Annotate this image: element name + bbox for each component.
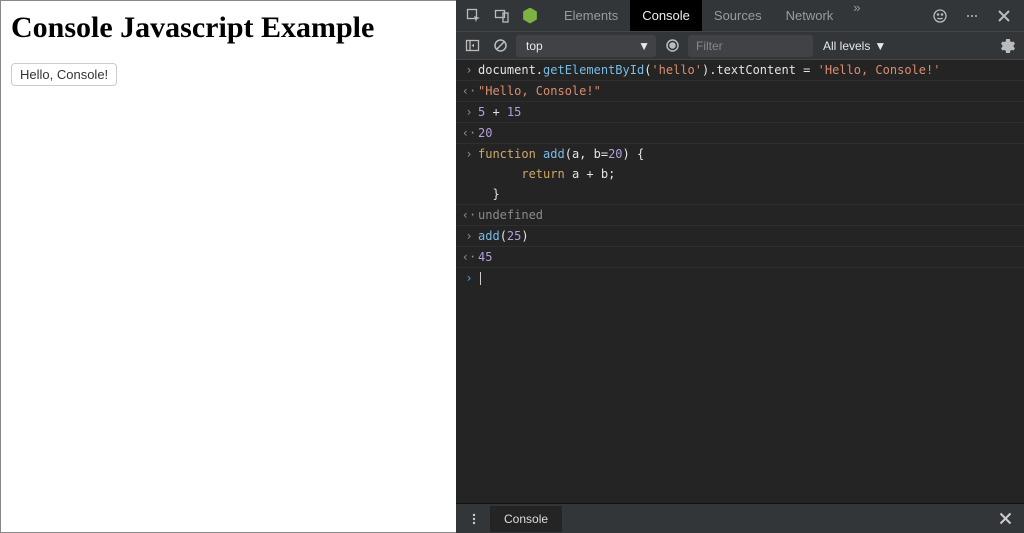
tab-network[interactable]: Network <box>774 0 846 31</box>
console-body[interactable]: › document.getElementById('hello').textC… <box>456 60 1024 503</box>
filter-input[interactable] <box>688 35 813 57</box>
devtools-drawer: Console <box>456 503 1024 533</box>
drawer-menu-icon[interactable] <box>462 507 486 531</box>
webpage-viewport: Console Javascript Example Hello, Consol… <box>0 0 456 533</box>
settings-icon[interactable] <box>996 34 1020 58</box>
tab-sources[interactable]: Sources <box>702 0 774 31</box>
clear-console-icon[interactable] <box>488 34 512 58</box>
console-input-row: › 5 + 15 <box>456 102 1024 123</box>
prompt-marker-icon: › <box>460 268 478 288</box>
console-code: undefined <box>478 205 1020 225</box>
close-drawer-icon[interactable] <box>993 508 1018 529</box>
input-marker-icon: › <box>460 60 478 80</box>
chevron-down-icon: ▼ <box>874 39 886 53</box>
output-marker-icon: ‹· <box>460 81 478 101</box>
input-marker-icon: › <box>460 226 478 246</box>
input-marker-icon: › <box>460 144 478 204</box>
more-options-icon[interactable] <box>958 2 986 30</box>
devtools-tabs: Elements Console Sources Network » <box>552 0 924 31</box>
close-devtools-icon[interactable] <box>990 2 1018 30</box>
toggle-sidebar-icon[interactable] <box>460 34 484 58</box>
more-tabs-button[interactable]: » <box>845 0 868 31</box>
console-code: 5 + 15 <box>478 102 1020 122</box>
console-output-row: ‹· "Hello, Console!" <box>456 81 1024 102</box>
log-levels-label: All levels <box>823 39 870 53</box>
console-output-row: ‹· 45 <box>456 247 1024 268</box>
log-levels-selector[interactable]: All levels ▼ <box>817 39 892 53</box>
chevron-down-icon: ▼ <box>638 39 650 53</box>
output-marker-icon: ‹· <box>460 123 478 143</box>
devtools-top-bar: Elements Console Sources Network » <box>456 0 1024 32</box>
page-title: Console Javascript Example <box>11 11 446 45</box>
top-bar-right <box>924 2 1020 30</box>
feedback-icon[interactable] <box>926 2 954 30</box>
output-marker-icon: ‹· <box>460 205 478 225</box>
console-output-row: ‹· 20 <box>456 123 1024 144</box>
tab-console[interactable]: Console <box>630 0 702 31</box>
devtools-panel: Elements Console Sources Network » <box>456 0 1024 533</box>
console-input-row: › add(25) <box>456 226 1024 247</box>
drawer-tab-console[interactable]: Console <box>490 506 562 532</box>
context-selector-value: top <box>526 39 543 53</box>
console-output-row: ‹· undefined <box>456 205 1024 226</box>
console-code: function add(a, b=20) { return a + b; } <box>478 144 1020 204</box>
console-code: "Hello, Console!" <box>478 81 1020 101</box>
console-code: document.getElementById('hello').textCon… <box>478 60 1020 80</box>
console-code: 45 <box>478 247 1020 267</box>
input-marker-icon: › <box>460 102 478 122</box>
console-prompt-row[interactable]: › <box>456 268 1024 288</box>
console-code: add(25) <box>478 226 1020 246</box>
context-selector[interactable]: top ▼ <box>516 35 656 57</box>
output-marker-icon: ‹· <box>460 247 478 267</box>
console-code: 20 <box>478 123 1020 143</box>
inspect-icon[interactable] <box>460 2 488 30</box>
tab-elements[interactable]: Elements <box>552 0 630 31</box>
console-prompt-input[interactable] <box>478 268 1020 288</box>
node-icon[interactable] <box>522 8 538 24</box>
hello-element: Hello, Console! <box>11 63 117 86</box>
console-input-row: › function add(a, b=20) { return a + b; … <box>456 144 1024 205</box>
text-cursor <box>480 272 481 285</box>
console-input-row: › document.getElementById('hello').textC… <box>456 60 1024 81</box>
live-expression-icon[interactable] <box>660 34 684 58</box>
console-toolbar: top ▼ All levels ▼ <box>456 32 1024 60</box>
device-toolbar-icon[interactable] <box>488 2 516 30</box>
